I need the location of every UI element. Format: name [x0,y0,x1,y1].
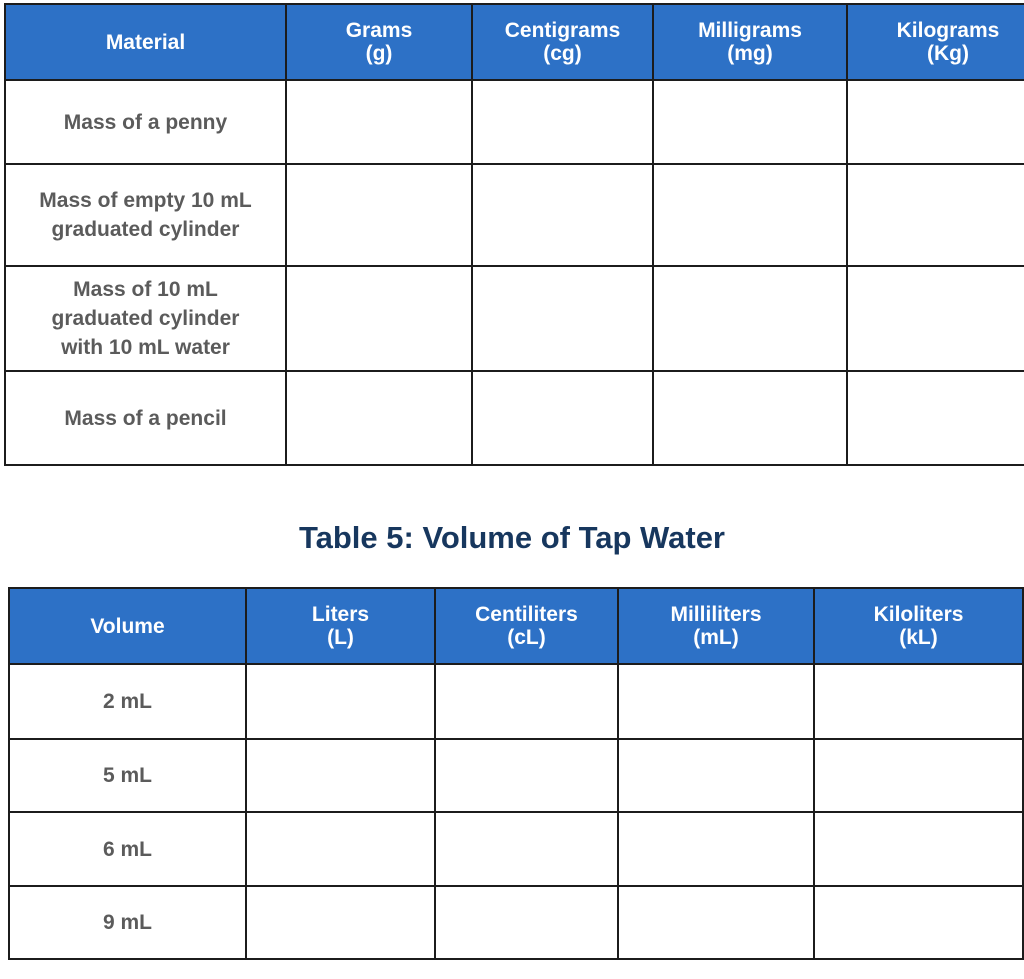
header-name: Milligrams [698,19,802,42]
header-kilograms: Kilograms (Kg) [846,3,1024,81]
header-unit: (Kg) [927,42,969,65]
kilograms-cell[interactable] [846,370,1024,466]
centiliters-cell[interactable] [434,885,619,960]
header-centiliters: Centiliters (cL) [434,587,619,665]
milligrams-cell[interactable] [652,265,848,372]
centigrams-cell[interactable] [471,265,654,372]
table-row: 9 mL [8,885,1024,960]
kiloliters-cell[interactable] [813,738,1024,813]
liters-cell[interactable] [245,663,436,740]
header-unit: (L) [327,626,354,649]
header-material: Material [4,3,287,81]
milliliters-cell[interactable] [617,811,815,887]
milligrams-cell[interactable] [652,79,848,165]
row-label: 9 mL [8,885,247,960]
header-unit: (mL) [693,626,739,649]
header-name: Kiloliters [873,603,964,626]
centigrams-cell[interactable] [471,370,654,466]
milliliters-cell[interactable] [617,885,815,960]
row-label: 5 mL [8,738,247,813]
row-label: Mass of 10 mL graduated cylinder with 10… [4,265,287,372]
row-label: Mass of empty 10 mL graduated cylinder [4,163,287,267]
row-label: Mass of a penny [4,79,287,165]
centiliters-cell[interactable] [434,663,619,740]
header-milliliters: Milliliters (mL) [617,587,815,665]
grams-cell[interactable] [285,265,473,372]
kiloliters-cell[interactable] [813,663,1024,740]
row-label-line: Mass of 10 mL [73,278,218,301]
mass-table: Material Grams (g) Centigrams (cg) Milligr… [4,3,1024,466]
centiliters-cell[interactable] [434,738,619,813]
kilograms-cell[interactable] [846,265,1024,372]
row-label-line: Mass of empty 10 mL [39,189,252,212]
header-name: Centigrams [504,19,621,42]
row-label-line: graduated cylinder [51,307,240,330]
header-unit: (kL) [899,626,938,649]
table-row: Mass of a penny [4,79,1024,165]
header-grams: Grams (g) [285,3,473,81]
table-row: Mass of 10 mL graduated cylinder with 10… [4,265,1024,372]
volume-table: Volume Liters (L) Centiliters (cL) Millili… [8,587,1024,960]
row-label-line: with 10 mL water [61,336,230,359]
table-row: 6 mL [8,811,1024,887]
grams-cell[interactable] [285,370,473,466]
header-name: Kilograms [896,19,1000,42]
row-label: 2 mL [8,663,247,740]
grams-cell[interactable] [285,79,473,165]
centiliters-cell[interactable] [434,811,619,887]
header-volume: Volume [8,587,247,665]
volume-table-header-row: Volume Liters (L) Centiliters (cL) Millili… [8,587,1024,665]
table-row: Mass of empty 10 mL graduated cylinder [4,163,1024,267]
row-label-line: Mass of a pencil [64,406,227,430]
header-name: Volume [90,614,165,638]
mass-table-header-row: Material Grams (g) Centigrams (cg) Milligr… [4,3,1024,81]
header-unit: (cL) [507,626,546,649]
table-row: 5 mL [8,738,1024,813]
milligrams-cell[interactable] [652,370,848,466]
centigrams-cell[interactable] [471,163,654,267]
milliliters-cell[interactable] [617,663,815,740]
header-name: Grams [345,19,413,42]
header-liters: Liters (L) [245,587,436,665]
table-row: Mass of a pencil [4,370,1024,466]
kiloliters-cell[interactable] [813,811,1024,887]
header-unit: (g) [365,42,393,65]
row-label-line: graduated cylinder [51,218,240,241]
milligrams-cell[interactable] [652,163,848,267]
header-name: Liters [311,603,370,626]
volume-table-title: Table 5: Volume of Tap Water [298,520,725,555]
kilograms-cell[interactable] [846,163,1024,267]
centigrams-cell[interactable] [471,79,654,165]
row-label: 6 mL [8,811,247,887]
header-centigrams: Centigrams (cg) [471,3,654,81]
kilograms-cell[interactable] [846,79,1024,165]
header-name: Milliliters [670,603,762,626]
row-label-line: Mass of a penny [63,110,228,134]
liters-cell[interactable] [245,885,436,960]
row-label: Mass of a pencil [4,370,287,466]
header-kiloliters: Kiloliters (kL) [813,587,1024,665]
header-milligrams: Milligrams (mg) [652,3,848,81]
milliliters-cell[interactable] [617,738,815,813]
liters-cell[interactable] [245,811,436,887]
header-name: Material [105,30,186,54]
header-unit: (mg) [727,42,773,65]
liters-cell[interactable] [245,738,436,813]
kiloliters-cell[interactable] [813,885,1024,960]
header-unit: (cg) [543,42,582,65]
table-row: 2 mL [8,663,1024,740]
grams-cell[interactable] [285,163,473,267]
header-name: Centiliters [475,603,578,626]
